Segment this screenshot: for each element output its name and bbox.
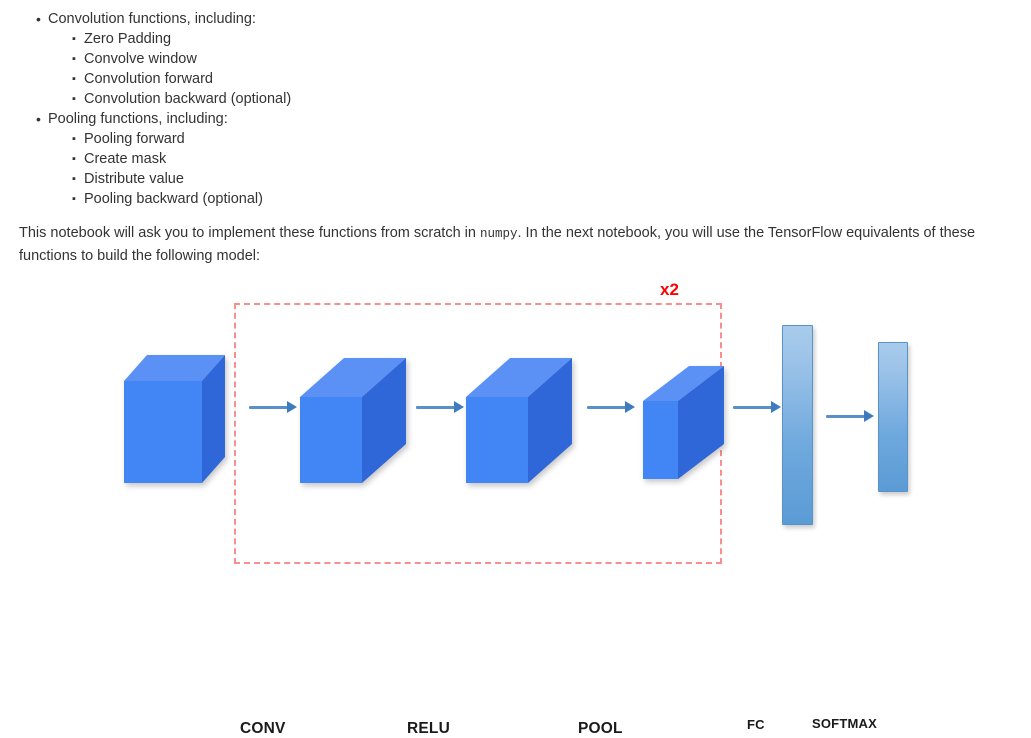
arrow-head <box>625 401 635 413</box>
softmax-vector-block <box>878 342 908 492</box>
arrow-shaft <box>587 406 626 409</box>
list-item: Convolution backward (optional) <box>72 89 291 109</box>
arrow-shaft <box>733 406 772 409</box>
list-item: Pooling backward (optional) <box>72 189 291 209</box>
arrow-conv <box>249 401 297 413</box>
list-item: Convolution forward <box>72 69 291 89</box>
list-item: Create mask <box>72 149 291 169</box>
arrow-softmax <box>826 410 874 422</box>
cube-front-face <box>643 401 678 479</box>
paragraph-text-before-code: This notebook will ask you to implement … <box>19 225 480 241</box>
arrow-pool <box>587 401 635 413</box>
cnn-architecture-diagram: x2 CONV RELU POOL FC SOFTMAX <box>0 272 1031 737</box>
arrow-head <box>864 410 874 422</box>
repeat-count-badge: x2 <box>660 280 679 299</box>
cube-front-face <box>300 397 362 483</box>
arrow-shaft <box>826 415 865 418</box>
arrow-fc <box>733 401 781 413</box>
cube-front-face <box>124 381 202 483</box>
list-item-label: Pooling functions, including: <box>48 111 228 127</box>
list-item: Convolve window <box>72 49 291 69</box>
arrow-shaft <box>249 406 288 409</box>
intro-paragraph: This notebook will ask you to implement … <box>19 223 1009 267</box>
list-item: Zero Padding <box>72 29 291 49</box>
operation-label-conv: CONV <box>240 720 286 737</box>
sublist-convolution: Zero Padding Convolve window Convolution… <box>48 29 291 109</box>
pool-output-volume-block <box>643 366 724 479</box>
list-item: Distribute value <box>72 169 291 189</box>
inline-code-numpy: numpy <box>479 227 518 241</box>
list-item-group: Pooling functions, including: Pooling fo… <box>36 109 291 209</box>
fc-vector-block <box>782 325 813 525</box>
operation-label-relu: RELU <box>407 720 450 737</box>
operation-label-fc: FC <box>747 717 765 732</box>
function-group-list: Convolution functions, including: Zero P… <box>0 9 291 209</box>
operation-label-softmax: SOFTMAX <box>812 716 877 731</box>
list-item-label: Convolution functions, including: <box>48 11 256 27</box>
relu-output-volume-block <box>466 358 572 483</box>
operation-label-pool: POOL <box>578 720 623 737</box>
arrow-head <box>771 401 781 413</box>
list-item-group: Convolution functions, including: Zero P… <box>36 9 291 109</box>
arrow-head <box>454 401 464 413</box>
list-item: Pooling forward <box>72 129 291 149</box>
input-volume-block <box>124 355 225 483</box>
arrow-relu <box>416 401 464 413</box>
cube-front-face <box>466 397 528 483</box>
sublist-pooling: Pooling forward Create mask Distribute v… <box>48 129 291 209</box>
arrow-head <box>287 401 297 413</box>
conv-output-volume-block <box>300 358 406 483</box>
arrow-shaft <box>416 406 455 409</box>
